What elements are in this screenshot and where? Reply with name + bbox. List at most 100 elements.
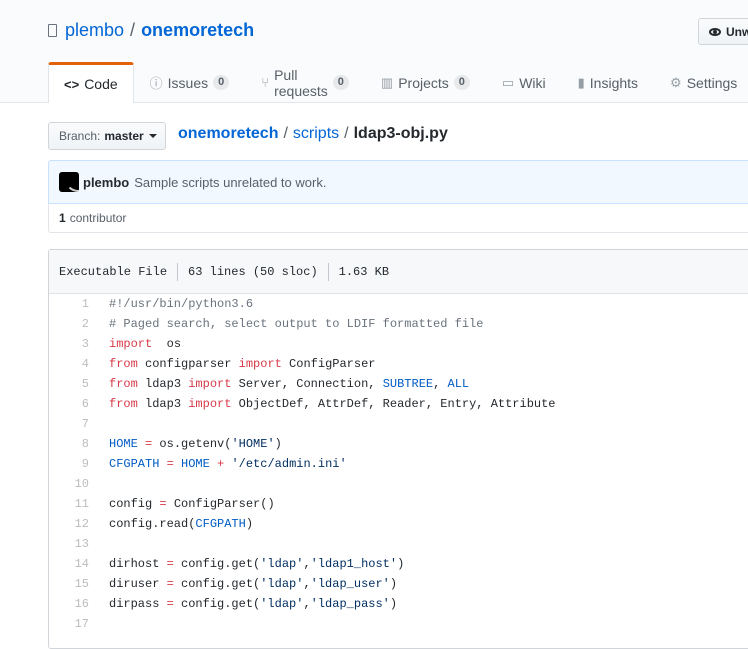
line-code: import os bbox=[99, 334, 181, 354]
code-token: import bbox=[109, 337, 153, 351]
line-code: config.read(CFGPATH) bbox=[99, 514, 253, 534]
code-token: from bbox=[109, 377, 138, 391]
graph-icon: ▮ bbox=[577, 74, 585, 90]
code-line: 17 bbox=[49, 614, 748, 634]
code-line: 15 diruser = config.get('ldap','ldap_user… bbox=[49, 574, 748, 594]
unwatch-button[interactable]: Unwatch bbox=[698, 18, 748, 45]
code-token: 'ldap1_host' bbox=[310, 557, 398, 571]
tab-insights[interactable]: ▮ Insights bbox=[562, 62, 654, 102]
code-token: , bbox=[433, 377, 448, 391]
code-line: 4 from configparser import ConfigParser bbox=[49, 354, 748, 374]
line-number[interactable]: 3 bbox=[49, 334, 99, 354]
code-token: diruser bbox=[109, 577, 167, 591]
code-token: , bbox=[303, 577, 311, 591]
line-number[interactable]: 5 bbox=[49, 374, 99, 394]
line-number[interactable]: 9 bbox=[49, 454, 99, 474]
code-token: import bbox=[238, 357, 282, 371]
tab-pull-requests[interactable]: ⑂ Pull requests 0 bbox=[245, 62, 365, 102]
tab-wiki[interactable]: ▭ Wiki bbox=[486, 62, 562, 102]
line-code: CFGPATH = HOME + '/etc/admin.ini' bbox=[99, 454, 347, 474]
line-number[interactable]: 2 bbox=[49, 314, 99, 334]
tab-counter: 0 bbox=[332, 75, 349, 90]
tab-issues[interactable]: ⓘ Issues 0 bbox=[134, 62, 246, 102]
breadcrumb-separator: / bbox=[344, 125, 349, 142]
line-number[interactable]: 4 bbox=[49, 354, 99, 374]
code-token: CFGPATH bbox=[195, 517, 246, 531]
tab-code[interactable]: <> Code bbox=[48, 62, 134, 103]
line-code: #!/usr/bin/python3.6 bbox=[99, 294, 253, 314]
commit-message-link[interactable]: Sample scripts unrelated to work. bbox=[134, 175, 326, 190]
tab-label: Wiki bbox=[519, 74, 546, 91]
code-token: = bbox=[166, 557, 174, 571]
code-token: HOME bbox=[109, 437, 138, 451]
code-token: configparser bbox=[137, 357, 239, 371]
line-number[interactable]: 16 bbox=[49, 594, 99, 614]
line-code: config = ConfigParser() bbox=[99, 494, 275, 514]
contributors-bar[interactable]: 1 contributor bbox=[48, 203, 748, 233]
divider bbox=[327, 262, 329, 281]
code-token: = bbox=[166, 577, 174, 591]
code-token: # Paged search, select output to LDIF fo… bbox=[109, 317, 484, 331]
breadcrumb: onemoretech / scripts / ldap3-obj.py bbox=[178, 125, 448, 143]
code-token: import bbox=[188, 377, 232, 391]
line-number[interactable]: 10 bbox=[49, 474, 99, 494]
tab-label: Pull requests bbox=[274, 66, 328, 99]
code-token: ObjectDef, AttrDef, Reader, Entry, Attri… bbox=[231, 397, 556, 411]
code-line: 14 dirhost = config.get('ldap','ldap1_hos… bbox=[49, 554, 748, 574]
line-number[interactable]: 6 bbox=[49, 394, 99, 414]
repo-owner-link[interactable]: plembo bbox=[65, 20, 124, 41]
line-number[interactable]: 15 bbox=[49, 574, 99, 594]
line-number[interactable]: 8 bbox=[49, 434, 99, 454]
breadcrumb-dir-link[interactable]: scripts bbox=[293, 125, 339, 143]
breadcrumb-root-link[interactable]: onemoretech bbox=[178, 125, 278, 143]
code-icon: <> bbox=[64, 76, 80, 92]
line-number[interactable]: 17 bbox=[49, 614, 99, 634]
code-token: os.getenv( bbox=[152, 437, 232, 451]
code-token: CFGPATH bbox=[109, 457, 160, 471]
code-token: = bbox=[159, 497, 167, 511]
code-token: ) bbox=[389, 577, 398, 591]
code-token: config.get( bbox=[173, 557, 261, 571]
code-token: ldap3 bbox=[137, 377, 189, 391]
tab-projects[interactable]: ▥ Projects 0 bbox=[365, 62, 486, 102]
line-number[interactable]: 13 bbox=[49, 534, 99, 554]
repo-name-link[interactable]: onemoretech bbox=[141, 20, 254, 41]
tab-label: Settings bbox=[686, 74, 738, 91]
line-number[interactable]: 14 bbox=[49, 554, 99, 574]
line-number[interactable]: 1 bbox=[49, 294, 99, 314]
unwatch-label: Unwatch bbox=[726, 24, 748, 39]
code-token: dirpass bbox=[109, 597, 167, 611]
file-line-count: 63 lines (50 sloc) bbox=[188, 264, 318, 279]
code-line: 5 from ldap3 import Server, Connection, S… bbox=[49, 374, 748, 394]
tab-counter: 0 bbox=[453, 75, 470, 90]
code-token: HOME bbox=[181, 457, 210, 471]
file-viewer: Executable File 63 lines (50 sloc) 1.63 … bbox=[48, 249, 748, 649]
breadcrumb-separator: / bbox=[283, 125, 288, 142]
line-number[interactable]: 12 bbox=[49, 514, 99, 534]
code-token: ALL bbox=[447, 377, 470, 391]
branch-select-button[interactable]: Branch: master bbox=[48, 122, 166, 150]
repo-title: plembo / onemoretech bbox=[48, 20, 254, 41]
eye-icon bbox=[709, 27, 721, 36]
breadcrumb-file: ldap3-obj.py bbox=[353, 125, 448, 142]
line-number[interactable]: 7 bbox=[49, 414, 99, 434]
code-line: 6 from ldap3 import ObjectDef, AttrDef, R… bbox=[49, 394, 748, 414]
line-number[interactable]: 11 bbox=[49, 494, 99, 514]
code-line: 2 # Paged search, select output to LDIF f… bbox=[49, 314, 748, 334]
avatar[interactable] bbox=[59, 172, 79, 192]
code-token: 'ldap' bbox=[260, 577, 304, 591]
tab-settings[interactable]: ⚙ Settings bbox=[654, 62, 748, 102]
code-token: SUBTREE bbox=[382, 377, 434, 391]
code-token: , bbox=[303, 597, 311, 611]
code-line: 16 dirpass = config.get('ldap','ldap_pass… bbox=[49, 594, 748, 614]
file-mode: Executable File bbox=[59, 264, 168, 279]
code-line: 9 CFGPATH = HOME + '/etc/admin.ini' bbox=[49, 454, 748, 474]
code-line: 8 HOME = os.getenv('HOME') bbox=[49, 434, 748, 454]
commit-author-link[interactable]: plembo bbox=[83, 175, 129, 190]
tab-label: Code bbox=[84, 76, 118, 92]
